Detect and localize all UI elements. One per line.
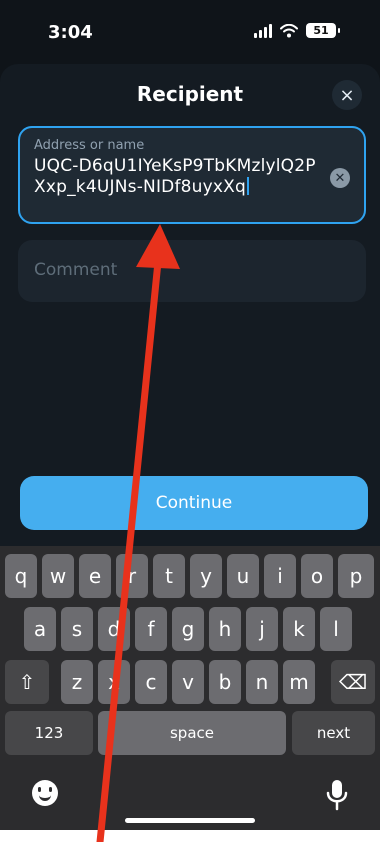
key-b[interactable]: b <box>209 660 241 704</box>
address-label: Address or name <box>34 138 145 153</box>
key-s[interactable]: s <box>61 607 93 651</box>
shift-icon: ⇧ <box>18 670 36 694</box>
home-indicator <box>125 818 255 823</box>
cellular-signal-icon <box>254 23 272 38</box>
key-c[interactable]: c <box>135 660 167 704</box>
backspace-icon: ⌫ <box>338 670 368 694</box>
key-p[interactable]: p <box>338 554 374 598</box>
battery-level: 51 <box>313 24 329 37</box>
key-i[interactable]: i <box>264 554 296 598</box>
sheet-title: Recipient <box>136 82 244 106</box>
key-x[interactable]: x <box>98 660 130 704</box>
key-j[interactable]: j <box>246 607 278 651</box>
key-k[interactable]: k <box>283 607 315 651</box>
key-m[interactable]: m <box>283 660 315 704</box>
backspace-key[interactable]: ⌫ <box>331 660 375 704</box>
key-z[interactable]: z <box>61 660 93 704</box>
key-r[interactable]: r <box>116 554 148 598</box>
key-q[interactable]: q <box>5 554 37 598</box>
key-l[interactable]: l <box>320 607 352 651</box>
microphone-icon[interactable] <box>322 778 352 812</box>
key-o[interactable]: o <box>301 554 333 598</box>
key-w[interactable]: w <box>42 554 74 598</box>
key-a[interactable]: a <box>24 607 56 651</box>
continue-button[interactable]: Continue <box>20 476 368 530</box>
keyboard: q w e r t y u i o p a s d f g h j k l ⇧ … <box>0 546 380 830</box>
key-f[interactable]: f <box>135 607 167 651</box>
address-input[interactable]: Address or name UQC-D6qU1IYeKsP9TbKMzlyl… <box>18 126 366 224</box>
key-y[interactable]: y <box>190 554 222 598</box>
status-bar: 3:04 51 <box>0 0 380 62</box>
close-button[interactable]: × <box>332 80 362 110</box>
key-u[interactable]: u <box>227 554 259 598</box>
battery-icon: 51 <box>306 23 340 38</box>
key-g[interactable]: g <box>172 607 204 651</box>
clear-glyph: ✕ <box>334 170 346 186</box>
text-caret <box>246 177 249 195</box>
clear-input-icon[interactable]: ✕ <box>330 168 350 188</box>
key-t[interactable]: t <box>153 554 185 598</box>
key-v[interactable]: v <box>172 660 204 704</box>
key-h[interactable]: h <box>209 607 241 651</box>
next-key[interactable]: next <box>292 711 375 755</box>
address-value[interactable]: UQC-D6qU1IYeKsP9TbKMzlylQ2PXxp_k4UJNs-NI… <box>34 156 320 198</box>
recipient-sheet: Recipient × Address or name UQC-D6qU1IYe… <box>0 64 380 614</box>
close-icon: × <box>339 84 355 106</box>
address-text: UQC-D6qU1IYeKsP9TbKMzlylQ2PXxp_k4UJNs-NI… <box>34 156 316 197</box>
comment-placeholder: Comment <box>34 260 118 280</box>
status-icons: 51 <box>254 23 340 38</box>
comment-input[interactable]: Comment <box>18 240 366 302</box>
wifi-icon <box>280 23 298 37</box>
numbers-key[interactable]: 123 <box>5 711 93 755</box>
status-time: 3:04 <box>48 22 93 43</box>
key-n[interactable]: n <box>246 660 278 704</box>
key-e[interactable]: e <box>79 554 111 598</box>
space-key[interactable]: space <box>98 711 286 755</box>
key-d[interactable]: d <box>98 607 130 651</box>
phone-screen: 3:04 51 Recipient × Address or name UQC-… <box>0 0 380 830</box>
shift-key[interactable]: ⇧ <box>5 660 49 704</box>
emoji-icon[interactable] <box>32 780 58 806</box>
